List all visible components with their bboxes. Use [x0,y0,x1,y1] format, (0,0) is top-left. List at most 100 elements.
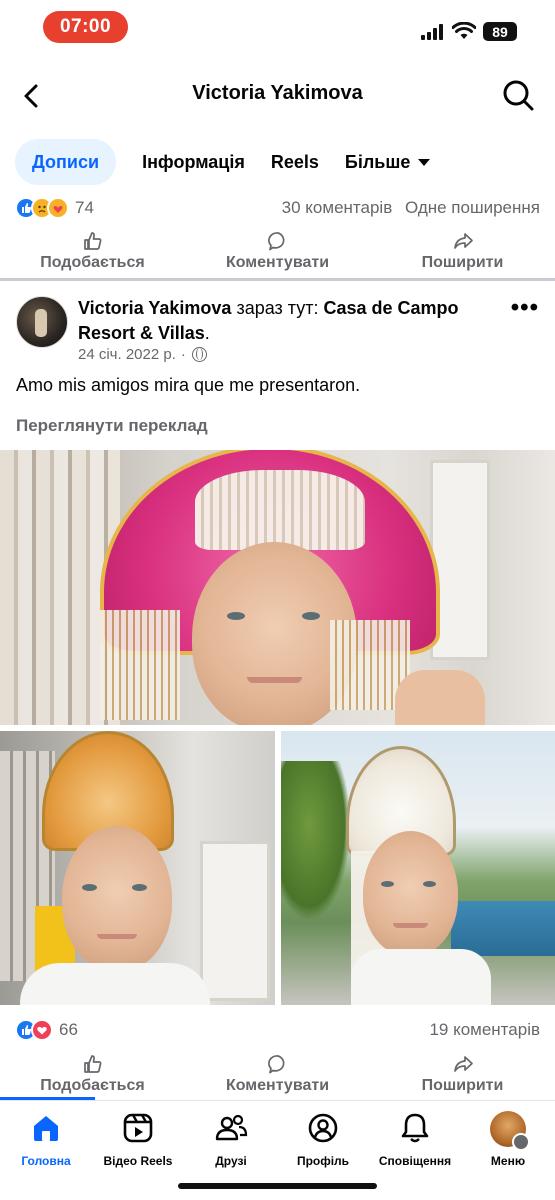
share-label: Поширити [421,254,504,271]
nav-friends-label: Друзі [215,1154,247,1168]
like-label: Подобається [40,1077,145,1094]
nav-friends[interactable]: Друзі [185,1111,277,1168]
post-reaction-summary[interactable]: 66 19 коментарів [15,1016,540,1044]
like-label: Подобається [40,254,145,271]
page-title: Victoria Yakimova [192,82,363,104]
tab-about[interactable]: Інформація [142,139,245,185]
thumbs-up-icon [83,1055,101,1073]
share-arrow-icon [453,233,473,249]
tab-reels[interactable]: Reels [271,139,319,185]
white-shirt [20,963,210,1005]
menu-avatar [490,1111,530,1151]
meta-separator: · [180,346,186,363]
tab-more[interactable]: Більше [344,139,431,185]
search-icon[interactable] [499,76,537,114]
post-stats: 19 коментарів [421,1020,540,1040]
like-button[interactable]: Подобається [8,1053,178,1103]
post-photo-1[interactable] [0,450,555,725]
location-suffix: . [204,323,210,343]
nav-reels-label: Відео Reels [103,1154,173,1168]
post-photo-2[interactable] [0,731,275,1005]
hand [395,670,485,725]
mouth [247,677,302,683]
wifi-icon [452,22,476,39]
comment-icon [267,1055,284,1074]
share-arrow-icon [453,1056,473,1072]
nav-notifications[interactable]: Сповіщення [369,1111,461,1168]
comments-count[interactable]: 30 коментарів [282,198,393,217]
mouth [393,923,428,928]
eye [302,612,320,620]
white-shirt [351,949,491,1005]
tab-posts[interactable]: Дописи [15,139,117,185]
comment-label: Коментувати [225,254,330,271]
post-divider [0,278,555,281]
reaction-icons [15,1019,53,1041]
palm-tree [281,761,351,921]
mouth [97,934,137,939]
more-options-button[interactable]: ••• [511,296,539,320]
reaction-count: 66 [59,1020,78,1039]
face-3 [363,831,458,956]
eye [227,612,245,620]
pearl-fringe [195,470,365,550]
doorway [200,841,270,1001]
profile-tabs: Дописи Інформація Reels Більше [15,139,456,185]
post-date[interactable]: 24 січ. 2022 р. [78,346,176,363]
reaction-icons [15,197,69,219]
home-indicator [178,1183,377,1189]
back-arrow-icon[interactable] [14,78,50,114]
pool [451,901,555,956]
share-label: Поширити [421,1077,504,1094]
nav-profile[interactable]: Профіль [277,1111,369,1168]
care-reaction-icon [47,197,69,219]
prev-post-stats: 30 коментарів Одне поширення [274,198,540,218]
battery-indicator: 89 [483,22,517,41]
signal-icon [421,24,443,40]
comment-button[interactable]: Коментувати [193,230,363,280]
pearl-strands-left [100,610,180,720]
comment-label: Коментувати [225,1077,330,1094]
home-icon [34,1116,58,1141]
location-prefix: зараз тут: [236,298,319,318]
menu-badge-icon [512,1133,530,1151]
eye [82,884,97,891]
share-button[interactable]: Поширити [378,1053,548,1103]
share-button[interactable]: Поширити [378,230,548,280]
nav-home-label: Головна [21,1154,71,1168]
eye [381,881,394,887]
like-button[interactable]: Подобається [8,230,178,280]
globe-icon [191,347,207,362]
eye [423,881,436,887]
reaction-count: 74 [75,198,94,217]
friends-icon [215,1114,248,1141]
tab-more-label: Більше [344,151,411,172]
bell-icon [401,1113,429,1143]
love-reaction-icon [31,1019,53,1041]
profile-header: Victoria Yakimova [0,70,555,120]
post-action-bar: Подобається Коментувати Поширити [0,1053,555,1103]
prev-post-reaction-summary[interactable]: 74 30 коментарів Одне поширення [15,194,540,222]
nav-profile-label: Профіль [296,1154,350,1168]
prev-post-action-bar: Подобається Коментувати Поширити [0,230,555,280]
profile-icon [308,1113,338,1143]
post-photo-3[interactable] [281,731,555,1005]
status-bar: 07:00 89 [0,0,555,56]
comments-count[interactable]: 19 коментарів [429,1020,540,1039]
nav-menu[interactable]: Меню [462,1111,554,1168]
nav-notifications-label: Сповіщення [378,1154,452,1168]
caret-down-icon [418,158,431,166]
status-time: 07:00 [43,11,128,43]
face-2 [62,826,172,971]
comment-button[interactable]: Коментувати [193,1053,363,1103]
post-author-name[interactable]: Victoria Yakimova [78,298,231,318]
nav-home[interactable]: Головна [0,1111,92,1168]
nav-menu-label: Меню [490,1154,526,1168]
nav-reels[interactable]: Відео Reels [92,1111,184,1168]
post-text: Amo mis amigos mira que me presentaron. [16,375,361,395]
see-translation-link[interactable]: Переглянути переклад [16,416,208,436]
post-author-line: Victoria Yakimova зараз тут: Casa de Cam… [78,296,498,346]
author-avatar[interactable] [16,296,68,348]
shares-count[interactable]: Одне поширення [405,198,540,217]
comment-icon [267,232,284,251]
